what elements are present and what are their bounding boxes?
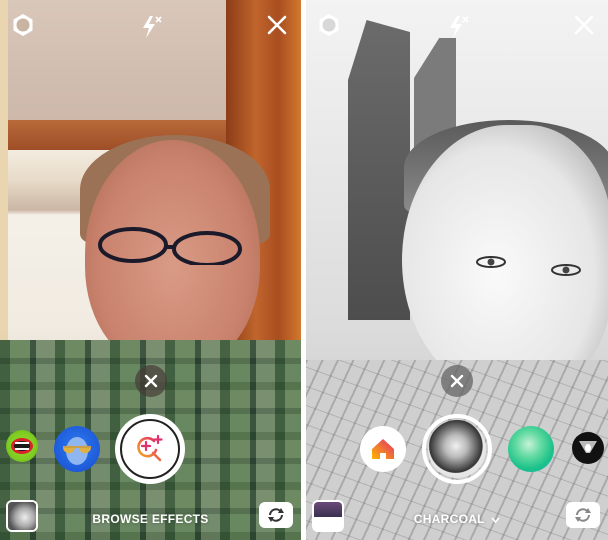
flip-camera-button[interactable] (259, 502, 293, 528)
dismiss-effect-button[interactable] (135, 365, 167, 397)
effect-name-text: CHARCOAL (413, 512, 485, 526)
effect-name-label: BROWSE EFFECTS (92, 512, 209, 526)
settings-button[interactable] (316, 12, 342, 38)
flip-camera-icon (268, 508, 284, 522)
sketch-building (348, 20, 410, 320)
dismiss-effect-button[interactable] (441, 365, 473, 397)
close-button[interactable] (571, 12, 597, 38)
shutter-inner (120, 419, 180, 479)
close-button[interactable] (264, 12, 290, 38)
close-icon (144, 374, 158, 388)
flash-button[interactable] (447, 14, 471, 40)
browse-effects-icon (137, 434, 163, 462)
close-icon (574, 15, 594, 35)
effect-sunglasses[interactable] (54, 426, 100, 472)
settings-button[interactable] (10, 12, 36, 38)
spotlight-icon (579, 441, 597, 453)
effect-home[interactable] (360, 426, 406, 472)
effect-name-label[interactable]: CHARCOAL (306, 512, 608, 526)
home-icon (372, 439, 394, 459)
effect-spotlight[interactable] (572, 432, 604, 464)
gear-icon (13, 14, 33, 36)
flip-camera-icon (575, 508, 591, 522)
flash-button[interactable] (140, 14, 164, 40)
flash-off-icon (143, 16, 162, 38)
photo-glasses (98, 227, 242, 265)
camera-screen-charcoal: CHARCOAL (306, 0, 608, 540)
close-icon (450, 374, 464, 388)
chevron-down-icon (491, 517, 500, 524)
close-icon (267, 15, 287, 35)
flash-off-icon (450, 16, 469, 38)
browse-effects-button[interactable] (115, 414, 185, 484)
effect-mouth[interactable] (6, 430, 38, 462)
capture-button-charcoal[interactable] (422, 414, 492, 484)
open-mouth-icon (11, 438, 33, 454)
charcoal-sphere-icon (428, 420, 486, 478)
sketch-eyes (476, 256, 581, 276)
gear-icon (319, 14, 339, 36)
aviator-sunglasses-icon (63, 437, 91, 465)
flip-camera-button[interactable] (566, 502, 600, 528)
camera-screen-browse: BROWSE EFFECTS (0, 0, 301, 540)
effect-green-glow[interactable] (508, 426, 554, 472)
